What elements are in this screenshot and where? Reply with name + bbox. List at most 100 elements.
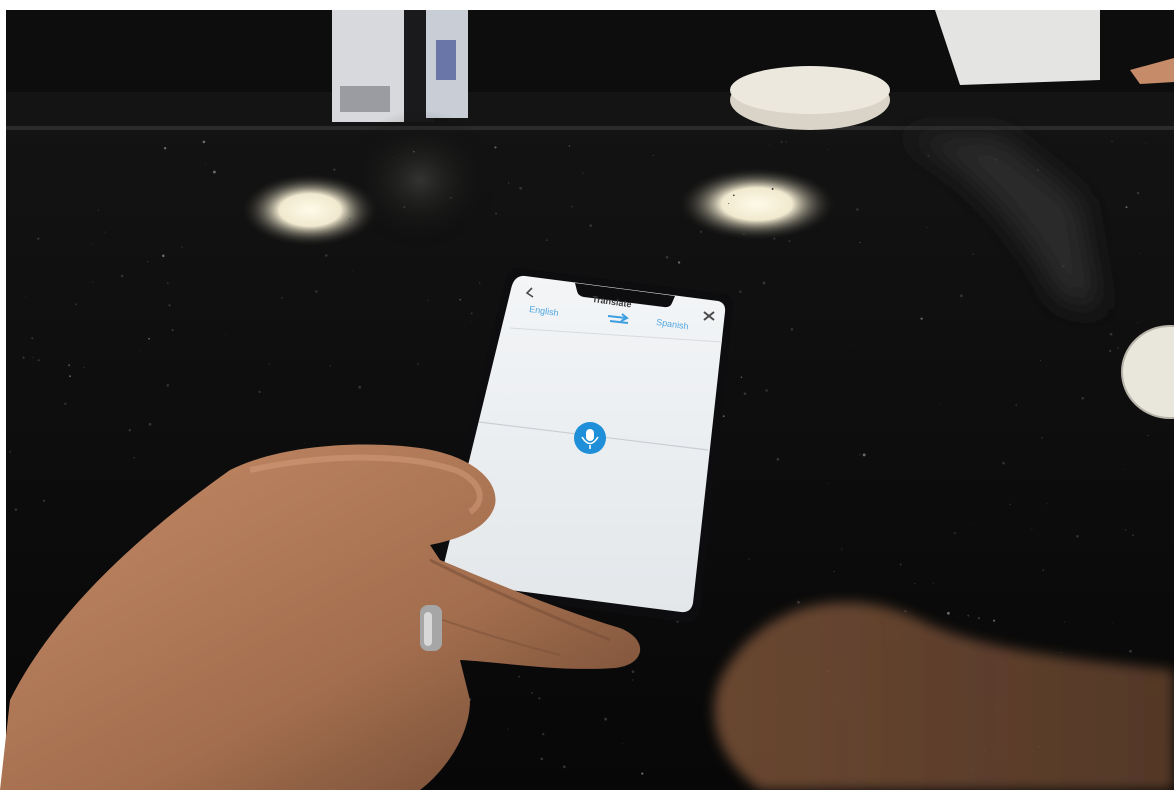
granite-speckle — [899, 563, 902, 566]
granite-speckle — [856, 208, 859, 211]
granite-speckle — [1137, 322, 1139, 324]
granite-speckle — [742, 232, 746, 236]
granite-speckle — [303, 442, 305, 444]
granite-speckle — [417, 363, 419, 365]
granite-speckle — [1060, 652, 1062, 653]
granite-speckle — [826, 482, 828, 484]
granite-speckle — [14, 508, 18, 511]
granite-speckle — [1039, 359, 1042, 362]
granite-speckle — [148, 422, 152, 426]
granite-speckle — [171, 328, 174, 332]
granite-speckle — [25, 296, 27, 298]
granite-speckle — [732, 194, 735, 197]
granite-speckle — [604, 717, 608, 721]
granite-speckle — [1061, 264, 1065, 268]
granite-speckle — [1081, 396, 1085, 400]
granite-speckle — [1002, 461, 1005, 465]
granite-speckle — [202, 140, 206, 144]
granite-speckle — [225, 334, 227, 336]
granite-speckle — [166, 282, 169, 285]
granite-speckle — [540, 757, 544, 761]
granite-speckle — [324, 254, 328, 257]
granite-speckle — [181, 246, 183, 248]
granite-speckle — [166, 384, 170, 387]
granite-speckle — [97, 209, 99, 211]
granite-speckle — [413, 151, 415, 153]
granite-speckle — [281, 296, 283, 299]
granite-speckle — [562, 765, 566, 769]
granite-speckle — [1117, 347, 1119, 349]
granite-speckle — [1064, 621, 1066, 623]
granite-speckle — [973, 524, 975, 525]
granite-speckle — [470, 321, 472, 322]
granite-speckle — [1124, 529, 1127, 531]
granite-speckle — [959, 294, 963, 298]
granite-speckle — [32, 357, 34, 359]
granite-speckle — [542, 732, 545, 736]
granite-speckle — [940, 403, 942, 405]
granite-speckle — [862, 453, 866, 457]
granite-speckle — [1122, 468, 1124, 470]
granite-speckle — [699, 230, 703, 233]
granite-speckle — [538, 697, 541, 700]
granite-speckle — [37, 359, 40, 362]
granite-speckle — [1076, 535, 1079, 538]
granite-speckle — [470, 312, 473, 315]
granite-speckle — [1111, 140, 1113, 142]
granite-speckle — [352, 271, 354, 272]
granite-speckle — [1036, 169, 1040, 172]
granite-speckle — [932, 582, 934, 584]
granite-speckle — [104, 231, 106, 233]
granite-speckle — [133, 456, 136, 459]
granite-speckle — [168, 304, 171, 307]
granite-speckle — [1046, 503, 1048, 505]
granite-speckle — [728, 230, 730, 232]
granite-speckle — [953, 532, 956, 535]
granite-speckle — [258, 390, 261, 394]
granite-speckle — [739, 290, 742, 293]
granite-speckle — [31, 337, 34, 340]
granite-speckle — [297, 448, 299, 450]
granite-speckle — [459, 299, 461, 301]
granite-speckle — [1109, 349, 1112, 353]
granite-speckle — [776, 457, 780, 461]
granite-speckle — [762, 281, 766, 285]
granite-speckle — [450, 196, 452, 199]
granite-speckle — [140, 349, 142, 351]
granite-speckle — [765, 389, 768, 392]
granite-speckle — [427, 299, 429, 302]
granite-speckle — [69, 375, 71, 378]
granite-speckle — [507, 728, 509, 730]
granite-speckle — [37, 237, 40, 240]
granite-speckle — [519, 186, 523, 190]
granite-speckle — [722, 415, 725, 418]
granite-speckle — [785, 141, 787, 143]
granite-speckle — [1109, 332, 1113, 336]
granite-speckle — [1009, 503, 1012, 506]
granite-speckle — [1136, 191, 1140, 195]
granite-speckle — [740, 376, 743, 378]
granite-speckle — [1042, 569, 1044, 571]
granite-speckle — [9, 450, 12, 453]
granite-speckle — [743, 392, 747, 396]
granite-speckle — [914, 582, 916, 585]
granite-speckle — [859, 241, 861, 244]
microphone-icon[interactable] — [574, 422, 606, 454]
granite-speckle — [1131, 534, 1134, 537]
granite-speckle — [826, 148, 828, 150]
granite-speckle — [631, 679, 634, 681]
granite-speckle — [545, 239, 548, 242]
granite-speckle — [329, 364, 332, 367]
granite-speckle — [995, 159, 997, 161]
granite-speckle — [977, 617, 981, 620]
granite-speckle — [518, 675, 520, 678]
granite-speckle — [1140, 253, 1142, 255]
granite-speckle — [1015, 404, 1018, 406]
granite-speckle — [993, 619, 996, 622]
photo-scene — [0, 0, 1174, 790]
granite-speckle — [495, 212, 498, 215]
granite-speckle — [128, 428, 132, 432]
granite-speckle — [589, 224, 593, 227]
granite-speckle — [315, 290, 318, 293]
granite-speckle — [508, 182, 510, 184]
